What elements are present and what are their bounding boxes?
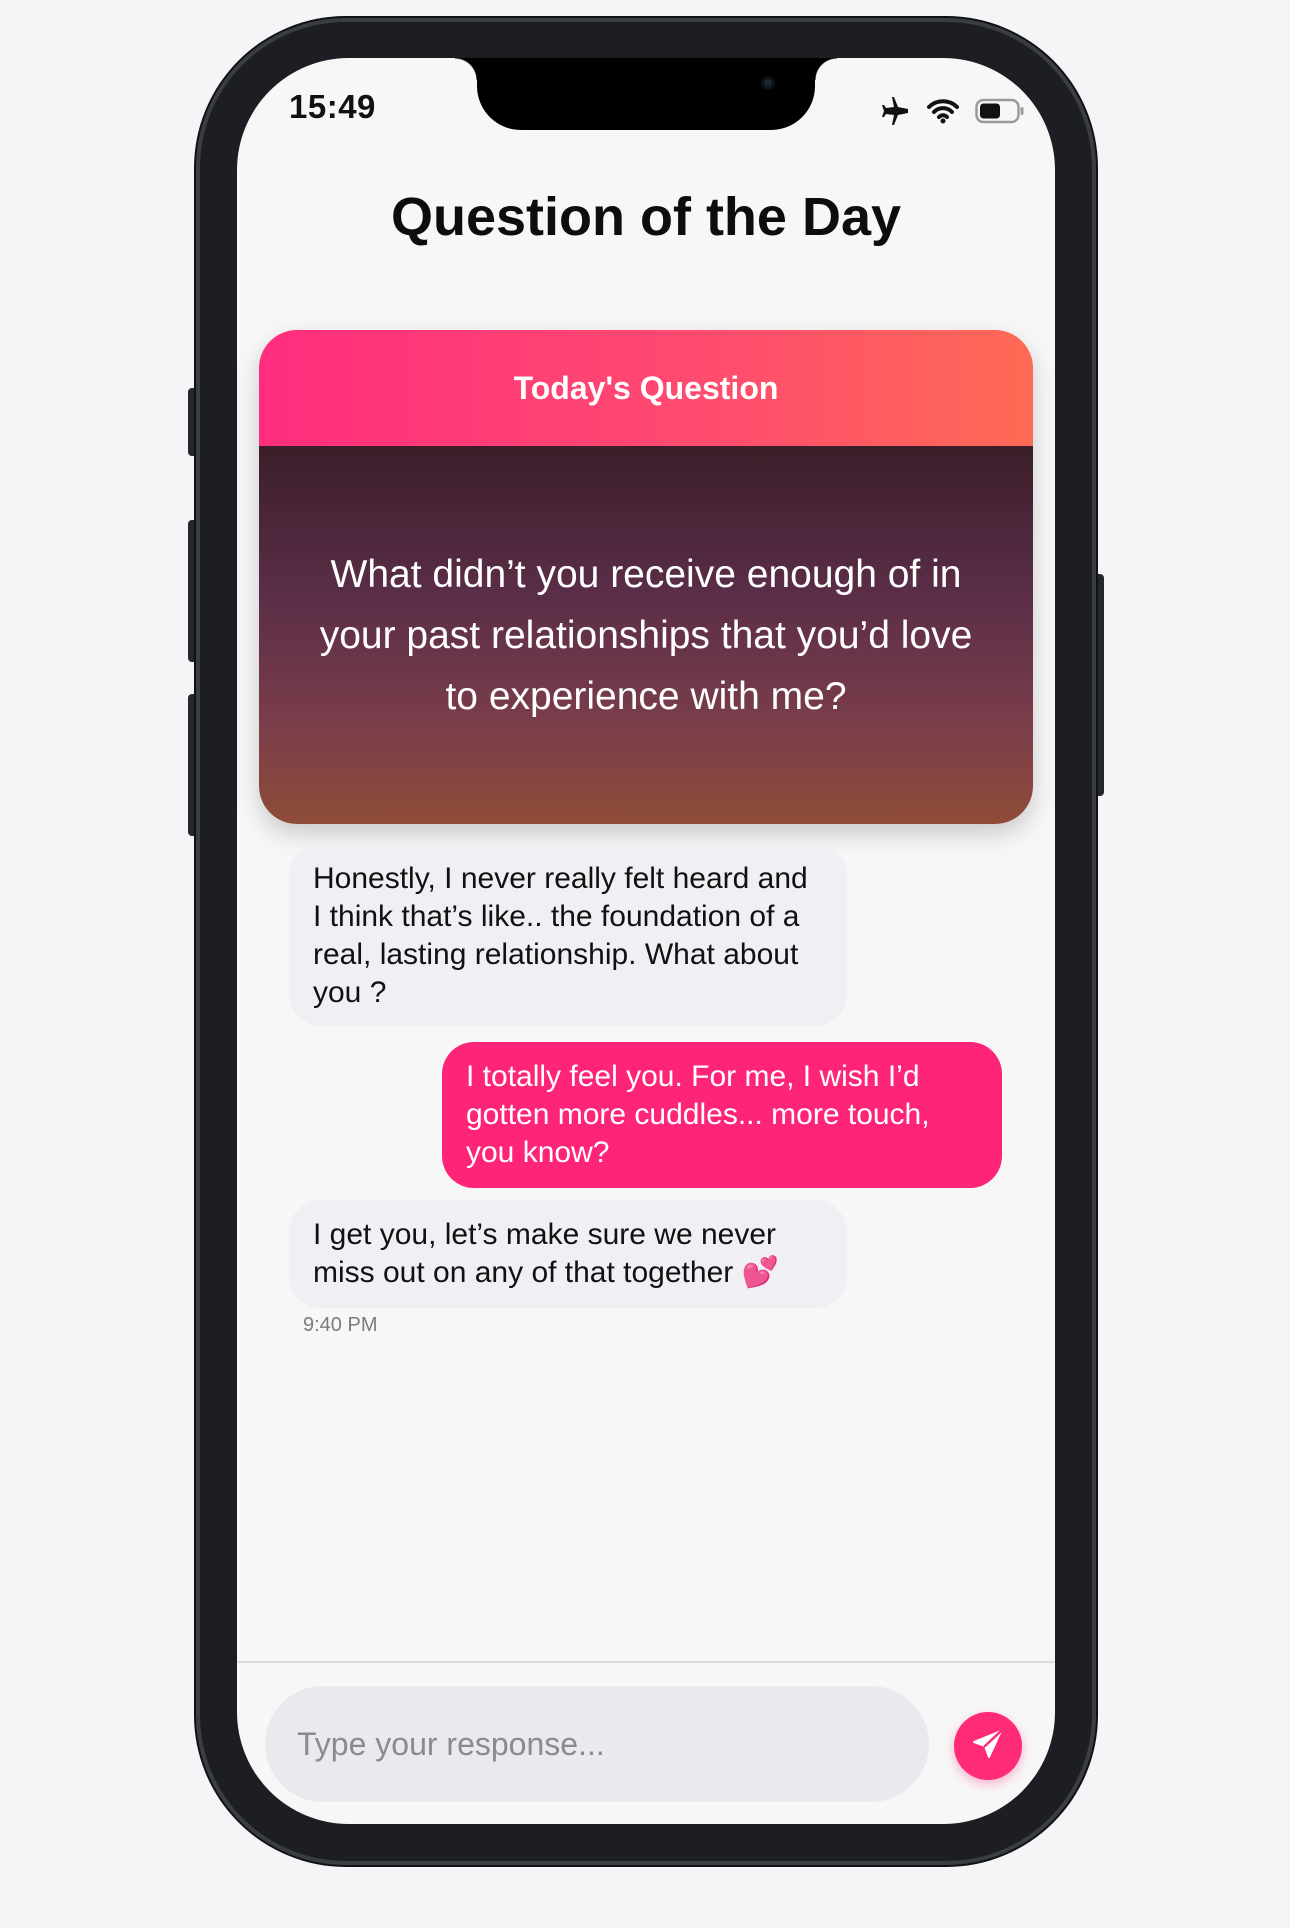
message-bubble-outgoing: I totally feel you. For me, I wish I’d g…: [442, 1042, 1002, 1188]
status-icons: [879, 96, 1025, 126]
question-card-label: Today's Question: [513, 369, 779, 406]
page-title: Question of the Day: [390, 187, 902, 247]
app-screen: 15:49 Question of the Day Today's Questi…: [237, 58, 1055, 1824]
question-card-body: What didn’t you receive enough of in you…: [259, 446, 1033, 824]
status-time: 15:49: [289, 88, 376, 125]
message-bubble-incoming: I get you, let’s make sure we never miss…: [289, 1200, 847, 1308]
battery-icon: [975, 98, 1025, 124]
composer-divider: [237, 1661, 1055, 1663]
front-camera: [761, 76, 775, 90]
message-bubble-incoming: Honestly, I never really felt heard and …: [289, 844, 847, 1026]
airplane-icon: [879, 96, 911, 126]
notch: [455, 58, 837, 130]
question-text: What didn’t you receive enough of in you…: [319, 552, 973, 718]
wifi-icon: [927, 98, 959, 124]
question-card-header: Today's Question: [259, 330, 1033, 446]
message-timestamp: 9:40 PM: [303, 1314, 378, 1336]
question-card: Today's Question What didn’t you receive…: [259, 330, 1033, 824]
paper-plane-icon: [970, 1726, 1006, 1767]
send-button[interactable]: [954, 1712, 1022, 1780]
response-input[interactable]: [265, 1686, 929, 1802]
device-mockup: 15:49 Question of the Day Today's Questi…: [0, 0, 1290, 1928]
